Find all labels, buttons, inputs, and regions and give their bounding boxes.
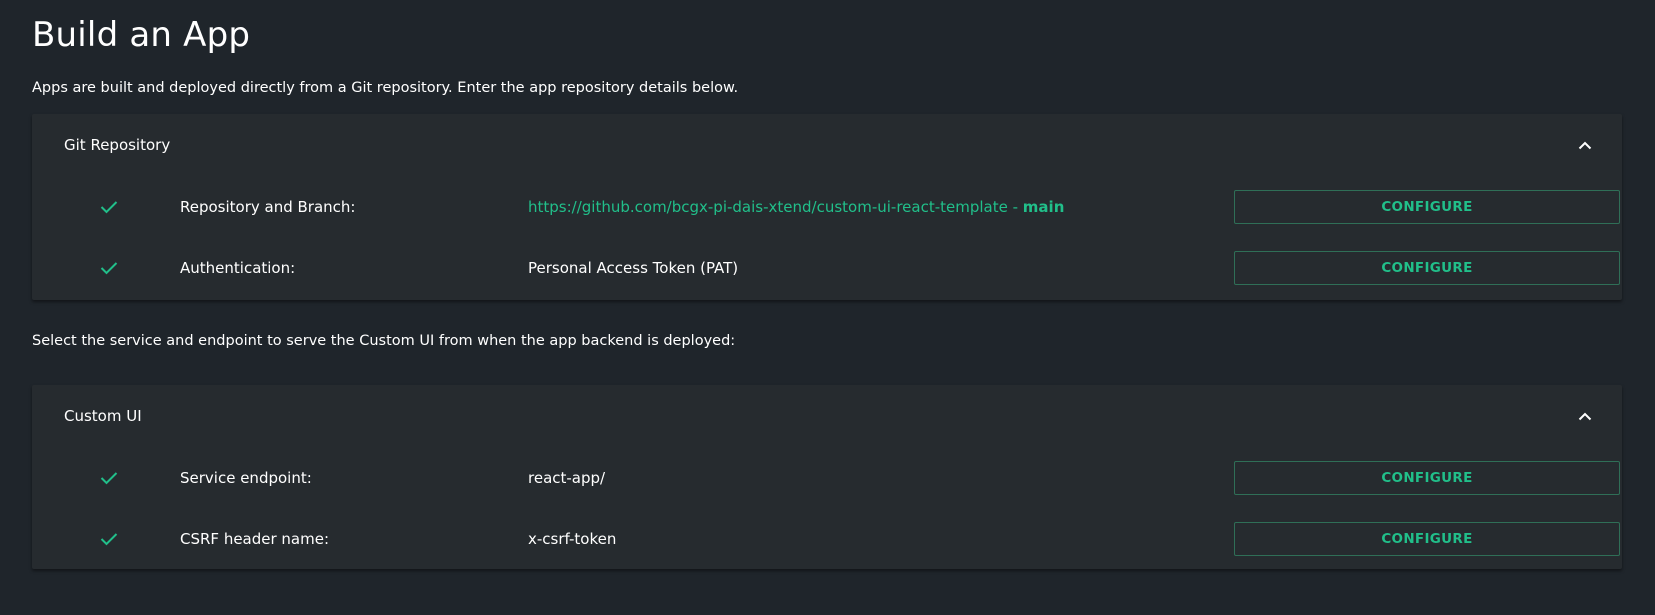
- row-label: Repository and Branch:: [180, 197, 356, 216]
- service-endpoint-value: react-app/: [528, 468, 606, 487]
- row-label: CSRF header name:: [180, 529, 330, 548]
- branch-name: main: [1022, 197, 1065, 216]
- csrf-header-value: x-csrf-token: [528, 529, 617, 548]
- check-icon: [98, 257, 120, 279]
- intro-text: Apps are built and deployed directly fro…: [32, 80, 739, 96]
- repository-branch-row: Repository and Branch: https://github.co…: [32, 176, 1622, 237]
- authentication-value: Personal Access Token (PAT): [528, 258, 739, 277]
- value-separator: -: [1007, 197, 1023, 216]
- configure-repository-button[interactable]: CONFIGURE: [1234, 189, 1620, 224]
- repository-link[interactable]: https://github.com/bcgx-pi-dais-xtend/cu…: [528, 198, 1064, 216]
- page-title: Build an App: [32, 15, 251, 55]
- panel-title: Custom UI: [64, 407, 142, 425]
- csrf-header-row: CSRF header name: x-csrf-token CONFIGURE: [32, 508, 1622, 569]
- custom-ui-intro-text: Select the service and endpoint to serve…: [32, 333, 736, 349]
- page: Build an App Apps are built and deployed…: [32, 0, 1622, 569]
- configure-authentication-button[interactable]: CONFIGURE: [1234, 250, 1620, 285]
- git-repository-panel: Git Repository Repository and Branch: ht…: [32, 114, 1622, 300]
- check-icon: [98, 196, 120, 218]
- panel-title: Git Repository: [64, 136, 171, 154]
- row-label: Service endpoint:: [180, 468, 312, 487]
- custom-ui-panel-header[interactable]: Custom UI: [32, 385, 1622, 447]
- repository-url[interactable]: https://github.com/bcgx-pi-dais-xtend/cu…: [528, 198, 1008, 216]
- configure-csrf-header-button[interactable]: CONFIGURE: [1234, 521, 1620, 556]
- custom-ui-panel: Custom UI Service endpoint: react-app/ C…: [32, 385, 1622, 569]
- check-icon: [98, 467, 120, 489]
- check-icon: [98, 528, 120, 550]
- service-endpoint-row: Service endpoint: react-app/ CONFIGURE: [32, 447, 1622, 508]
- authentication-row: Authentication: Personal Access Token (P…: [32, 237, 1622, 298]
- git-repository-panel-header[interactable]: Git Repository: [32, 114, 1622, 176]
- row-label: Authentication:: [180, 258, 296, 277]
- chevron-up-icon[interactable]: [1574, 134, 1596, 156]
- configure-service-endpoint-button[interactable]: CONFIGURE: [1234, 460, 1620, 495]
- chevron-up-icon[interactable]: [1574, 405, 1596, 427]
